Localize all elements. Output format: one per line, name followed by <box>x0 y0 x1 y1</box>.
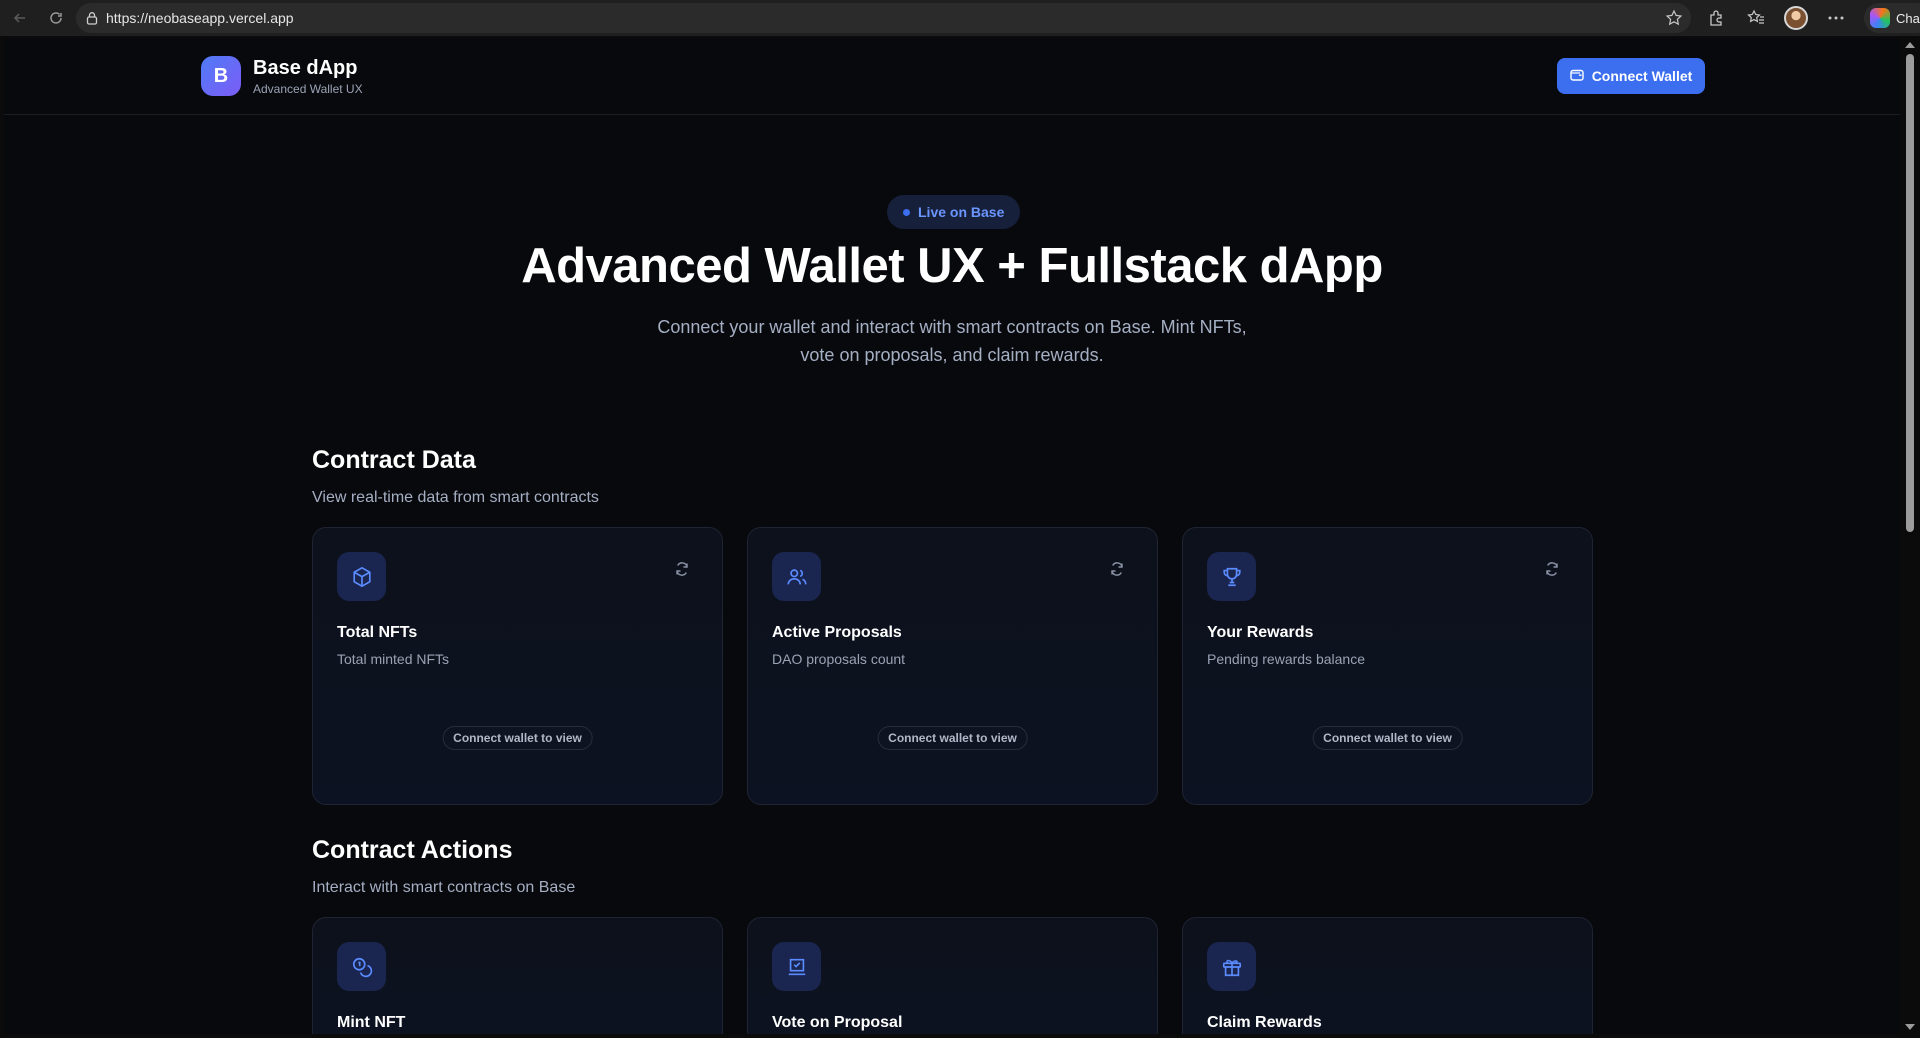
copilot-chat-button[interactable]: Chat <box>1864 3 1920 33</box>
extensions-icon[interactable] <box>1696 0 1736 36</box>
connect-wallet-status: Connect wallet to view <box>442 726 593 750</box>
card-title: Claim Rewards <box>1207 1014 1322 1031</box>
contract-actions-title: Contract Actions <box>312 836 513 864</box>
app-subtitle: Advanced Wallet UX <box>253 81 363 96</box>
status-dot <box>903 208 910 216</box>
refresh-icon[interactable] <box>671 558 693 580</box>
lock-icon <box>86 11 98 25</box>
hero-subtitle: Connect your wallet and interact with sm… <box>602 313 1302 369</box>
badge-label: Live on Base <box>918 204 1005 220</box>
cube-icon <box>337 552 386 601</box>
your-rewards-card: Your Rewards Pending rewards balance Con… <box>1182 527 1593 805</box>
hero-title: Advanced Wallet UX + Fullstack dApp <box>521 239 1383 293</box>
contract-actions-subtitle: Interact with smart contracts on Base <box>312 879 576 896</box>
address-bar[interactable]: https://neobaseapp.vercel.app <box>76 3 1691 33</box>
scroll-down-icon[interactable] <box>1905 1024 1915 1030</box>
vote-icon <box>772 942 821 991</box>
connect-wallet-label: Connect Wallet <box>1591 68 1693 84</box>
profile-avatar[interactable] <box>1776 0 1816 36</box>
hero-subtitle-line-1: Connect your wallet and interact with sm… <box>657 317 1247 337</box>
chat-label: Chat <box>1896 10 1920 26</box>
card-title: Your Rewards <box>1207 624 1314 641</box>
page-viewport: B Base dApp Advanced Wallet UX Connect W… <box>4 38 1900 1034</box>
users-icon <box>772 552 821 601</box>
total-nfts-card: Total NFTs Total minted NFTs Connect wal… <box>312 527 723 805</box>
refresh-icon[interactable] <box>1106 558 1128 580</box>
app-header: B Base dApp Advanced Wallet UX Connect W… <box>4 38 1900 115</box>
gift-icon <box>1207 942 1256 991</box>
card-description: DAO proposals count <box>772 651 906 667</box>
live-badge: Live on Base <box>887 195 1021 229</box>
wallet-icon <box>1569 68 1584 85</box>
contract-data-subtitle: View real-time data from smart contracts <box>312 489 599 506</box>
active-proposals-card: Active Proposals DAO proposals count Con… <box>747 527 1158 805</box>
page-scrollbar[interactable] <box>1900 38 1920 1034</box>
browser-actions: Chat <box>1696 0 1920 36</box>
card-title: Mint NFT <box>337 1014 406 1031</box>
card-title: Active Proposals <box>772 624 902 641</box>
card-title: Total NFTs <box>337 624 418 641</box>
browser-toolbar: https://neobaseapp.vercel.app Chat <box>0 0 1920 36</box>
connect-wallet-status: Connect wallet to view <box>877 726 1028 750</box>
url-text: https://neobaseapp.vercel.app <box>106 10 294 26</box>
app-name: Base dApp <box>253 56 358 79</box>
brand-logo: B <box>201 56 241 96</box>
favorite-star-icon[interactable] <box>1665 9 1683 30</box>
trophy-icon <box>1207 552 1256 601</box>
contract-data-title: Contract Data <box>312 446 476 474</box>
card-description: Total minted NFTs <box>337 651 450 667</box>
refresh-icon[interactable] <box>1541 558 1563 580</box>
connect-wallet-button[interactable]: Connect Wallet <box>1557 58 1705 94</box>
card-title: Vote on Proposal <box>772 1014 903 1031</box>
claim-rewards-card: Claim Rewards <box>1182 917 1593 1034</box>
scroll-thumb[interactable] <box>1906 54 1914 532</box>
back-icon[interactable] <box>2 0 38 36</box>
favorites-icon[interactable] <box>1736 0 1776 36</box>
scroll-up-icon[interactable] <box>1905 42 1915 48</box>
reload-icon[interactable] <box>38 0 74 36</box>
coins-icon <box>337 942 386 991</box>
vote-proposal-card: Vote on Proposal <box>747 917 1158 1034</box>
mint-nft-card: Mint NFT <box>312 917 723 1034</box>
card-description: Pending rewards balance <box>1207 651 1365 667</box>
copilot-icon <box>1870 8 1890 28</box>
more-menu-icon[interactable] <box>1816 0 1856 36</box>
connect-wallet-status: Connect wallet to view <box>1312 726 1463 750</box>
brand[interactable]: B Base dApp Advanced Wallet UX <box>201 56 363 96</box>
hero-subtitle-line-2: vote on proposals, and claim rewards. <box>800 345 1104 365</box>
